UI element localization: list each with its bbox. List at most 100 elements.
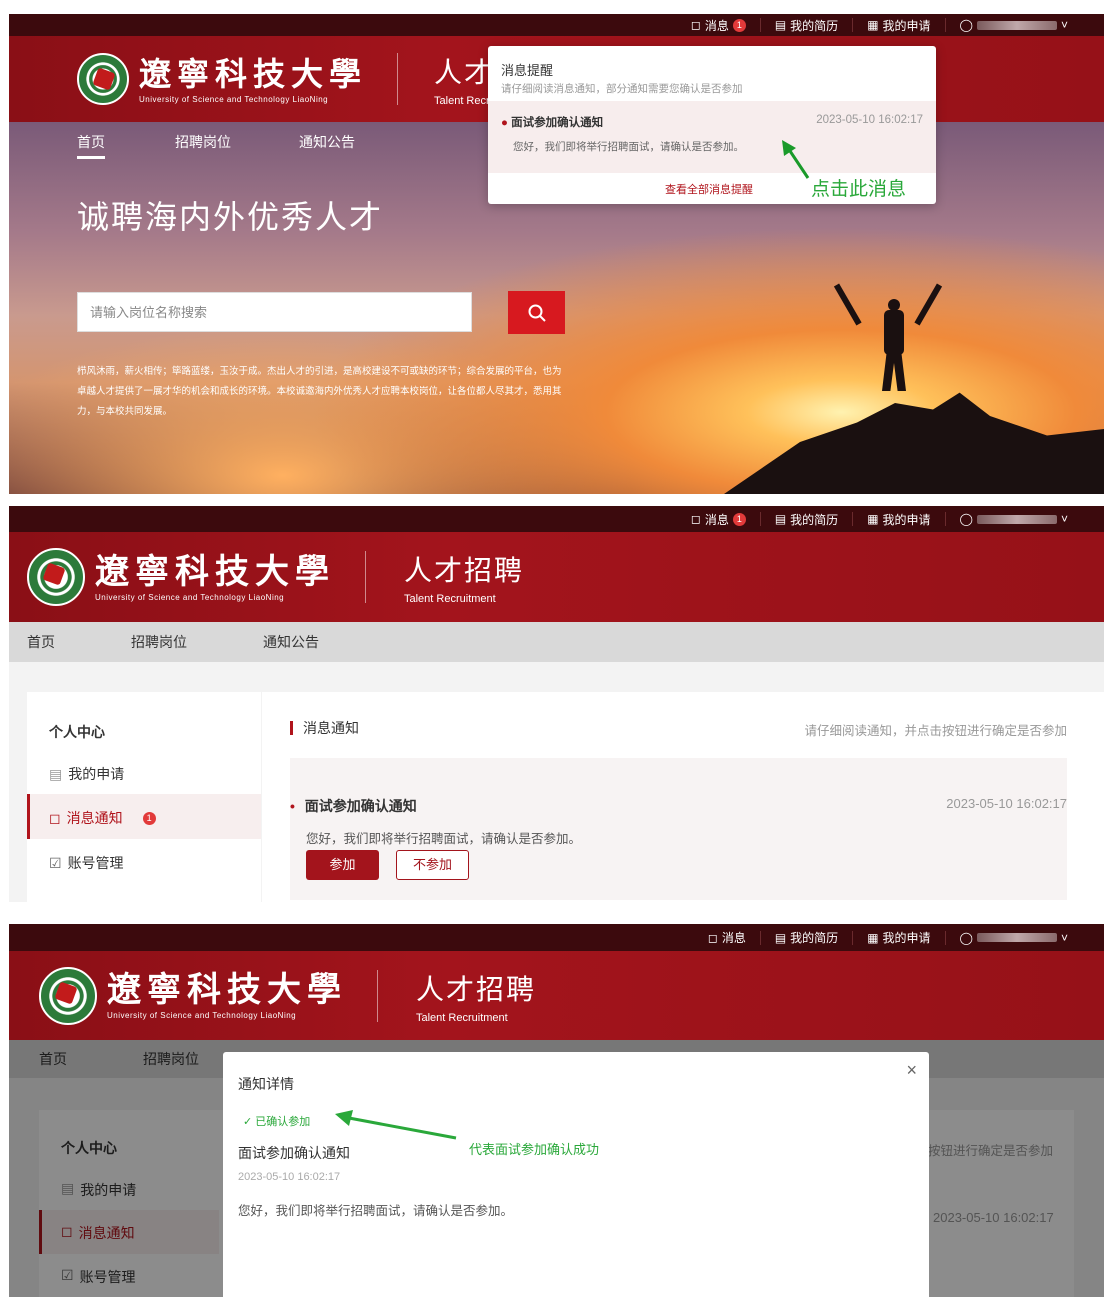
person-silhouette (833, 283, 943, 394)
sidebar-item-account[interactable]: ☑ 账号管理 (49, 853, 124, 873)
nav-notices[interactable]: 通知公告 (299, 132, 355, 159)
messages-badge: 1 (732, 18, 746, 32)
message-popup: 消息提醒 请仔细阅读消息通知，部分通知需要您确认是否参加 ● 面试参加确认通知 … (488, 46, 936, 204)
document-icon: ▤ (774, 512, 787, 526)
applications-label: 我的申请 (882, 931, 931, 945)
university-name: 遼寧科技大學 University of Science and Technol… (107, 971, 347, 1020)
hero-title: 诚聘海内外优秀人才 (77, 199, 384, 235)
personal-center: 个人中心 ▤ 我的申请 ◻ 消息通知 1 ☑ 账号管理 消息通知 请仔细阅读通知… (9, 662, 1104, 902)
messages-link[interactable]: ◻ 消息 (694, 930, 761, 945)
message-card-body: 您好，我们即将举行招聘面试，请确认是否参加。 (306, 832, 582, 846)
messages-panel: 消息通知 请仔细阅读通知，并点击按钮进行确定是否参加 • 面试参加确认通知 20… (262, 692, 1104, 902)
sidebar-item-applications[interactable]: ▤ 我的申请 (49, 764, 124, 784)
popup-message-title-text: 面试参加确认通知 (511, 117, 604, 129)
messages-link[interactable]: ◻ 消息 1 (677, 512, 761, 527)
chevron-down-icon: ˅ (1060, 18, 1068, 32)
university-name: 遼寧科技大學 University of Science and Technol… (139, 55, 367, 104)
university-logo[interactable] (27, 548, 85, 606)
univ-name-en: University of Science and Technology Lia… (95, 592, 285, 602)
sidebar-title: 个人中心 (49, 724, 105, 740)
user-menu[interactable]: ◯ ˅ (946, 931, 1082, 945)
search-icon (528, 304, 546, 322)
site-title-en: Talent Recruitment (416, 1011, 508, 1024)
user-menu[interactable]: ◯ ˅ (946, 512, 1082, 526)
resume-link[interactable]: ▤ 我的简历 (761, 512, 854, 527)
annotation-click-message: 点击此消息 (811, 179, 907, 200)
user-name-redacted (976, 514, 1057, 524)
decline-button[interactable]: 不参加 (396, 850, 469, 880)
messages-link[interactable]: ◻ 消息 1 (677, 18, 761, 33)
popup-message-time: 2023-05-10 16:02:17 (816, 114, 923, 126)
confirmed-status: ✓ 已确认参加 (243, 1113, 310, 1129)
site-title: 人才招聘 Talent Recruitment (416, 968, 536, 1024)
applications-link[interactable]: ▦ 我的申请 (853, 512, 946, 527)
user-icon: ◯ (959, 512, 973, 526)
resume-link[interactable]: ▤ 我的简历 (761, 930, 854, 945)
form-icon: ▦ (867, 512, 879, 526)
user-menu[interactable]: ◯ ˅ (946, 18, 1082, 32)
screenshot-3: ◻ 消息 ▤ 我的简历 ▦ 我的申请 ◯ ˅ 遼寧科技大學 University… (9, 924, 1104, 1297)
popup-title: 消息提醒 (501, 63, 554, 78)
view-all-messages-link[interactable]: 查看全部消息提醒 (665, 181, 753, 197)
resume-link[interactable]: ▤ 我的简历 (761, 18, 854, 33)
close-icon: × (906, 1060, 917, 1080)
main-nav: 首页 招聘岗位 通知公告 (77, 132, 355, 159)
message-card: • 面试参加确认通知 2023-05-10 16:02:17 您好，我们即将举行… (290, 758, 1067, 900)
university-name: 遼寧科技大學 University of Science and Technol… (95, 553, 335, 602)
site-header: 遼寧科技大學 University of Science and Technol… (9, 532, 1104, 622)
applications-label: 我的申请 (882, 18, 931, 33)
search-button[interactable] (508, 291, 565, 334)
message-card-time: 2023-05-10 16:02:17 (946, 796, 1067, 811)
screenshot-1: ◻ 消息 1 ▤ 我的简历 ▦ 我的申请 ◯ ˅ 遼寧科技大學 Universi… (9, 14, 1104, 494)
check-icon: ✓ (243, 1116, 253, 1128)
lock-icon: ☑ (49, 854, 62, 871)
main-nav: 首页 招聘岗位 通知公告 (9, 622, 1104, 662)
university-logo[interactable] (39, 966, 97, 1025)
annotation-confirm-success: 代表面试参加确认成功 (469, 1142, 600, 1157)
nav-home[interactable]: 首页 (27, 632, 55, 652)
chevron-down-icon: ˅ (1060, 930, 1068, 945)
modal-title: 通知详情 (238, 1076, 294, 1092)
section-heading: 消息通知 (290, 718, 359, 738)
section-heading-text: 消息通知 (303, 720, 359, 736)
nav-notices[interactable]: 通知公告 (263, 632, 319, 652)
divider (377, 969, 378, 1022)
univ-name-cn: 遼寧科技大學 (95, 551, 335, 592)
notice-time: 2023-05-10 16:02:17 (238, 1171, 341, 1183)
messages-label: 消息 (721, 931, 746, 945)
nav-jobs[interactable]: 招聘岗位 (131, 632, 187, 652)
bell-icon: ◻ (690, 512, 701, 526)
univ-name-cn: 遼寧科技大學 (107, 970, 347, 1010)
university-logo[interactable] (77, 53, 129, 105)
chevron-down-icon: ˅ (1060, 512, 1068, 526)
job-search-input[interactable]: 请输入岗位名称搜索 (77, 292, 472, 332)
document-icon: ▤ (774, 930, 787, 945)
document-icon: ▤ (49, 765, 63, 782)
bell-icon: ◻ (707, 930, 718, 945)
join-button[interactable]: 参加 (306, 850, 379, 880)
form-icon: ▦ (867, 18, 879, 32)
applications-link[interactable]: ▦ 我的申请 (853, 930, 946, 945)
popup-message-item[interactable]: ● 面试参加确认通知 2023-05-10 16:02:17 您好，我们即将举行… (488, 101, 936, 173)
bell-icon: ◻ (690, 18, 701, 32)
notice-detail-modal: 通知详情 × ✓ 已确认参加 代表面试参加确认成功 面试参加确认通知 2023-… (223, 1052, 929, 1297)
message-card-title: • 面试参加确认通知 (290, 798, 417, 814)
nav-jobs[interactable]: 招聘岗位 (175, 132, 231, 159)
site-title-cn: 人才招聘 (416, 973, 537, 1005)
nav-home[interactable]: 首页 (77, 132, 105, 159)
applications-link[interactable]: ▦ 我的申请 (853, 18, 946, 33)
form-icon: ▦ (867, 930, 879, 945)
close-button[interactable]: × (906, 1060, 917, 1081)
notice-title: 面试参加确认通知 (238, 1145, 350, 1161)
popup-message-title: ● 面试参加确认通知 (501, 117, 604, 129)
top-bar: ◻ 消息 ▤ 我的简历 ▦ 我的申请 ◯ ˅ (9, 924, 1104, 951)
arrow-annotation-2 (335, 1110, 457, 1140)
univ-name-cn: 遼寧科技大學 (139, 54, 368, 93)
sidebar-item-messages[interactable]: ◻ 消息通知 1 (49, 808, 156, 828)
sidebar-item-label: 账号管理 (67, 855, 124, 871)
site-title-en: Talent Recruitment (404, 593, 496, 605)
screenshot-2: ◻ 消息 1 ▤ 我的简历 ▦ 我的申请 ◯ ˅ 遼寧科技大學 Universi… (9, 506, 1104, 902)
divider (365, 551, 366, 603)
site-header: 遼寧科技大學 University of Science and Technol… (9, 951, 1104, 1040)
user-name-redacted (976, 20, 1057, 30)
